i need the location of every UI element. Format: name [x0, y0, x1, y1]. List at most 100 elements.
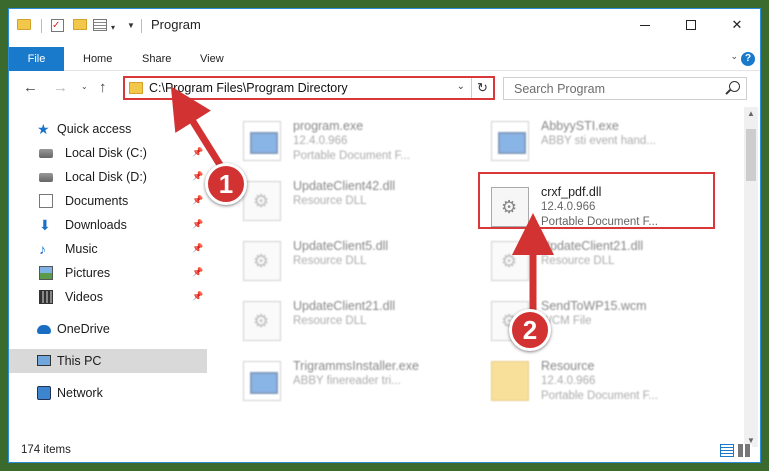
forward-button[interactable]: →	[53, 79, 68, 96]
scroll-up-icon[interactable]: ▲	[747, 109, 755, 118]
title-bar: ✓ ▾ ▼ Program ✕	[9, 9, 760, 43]
tab-home[interactable]: Home	[83, 47, 112, 71]
navigation-pane: ★ Quick access Local Disk (C:) 📌 Local D…	[9, 113, 207, 443]
file-name: SendToWP15.wcm	[541, 299, 647, 313]
download-icon: ⬇	[39, 217, 51, 233]
customize-toolbar-icon[interactable]: ▾	[111, 23, 115, 32]
sidebar-item-label: Documents	[65, 194, 129, 208]
sidebar-item-pictures[interactable]: Pictures 📌	[9, 261, 207, 285]
file-name: UpdateClient5.dll	[293, 239, 389, 253]
exe-icon	[243, 121, 281, 161]
sidebar-item-label: Local Disk (D:)	[65, 170, 147, 184]
sidebar-item-network[interactable]: Network	[9, 381, 207, 405]
help-icon[interactable]: ?	[741, 52, 755, 66]
sidebar-item-onedrive[interactable]: OneDrive	[9, 317, 207, 341]
pin-icon[interactable]: 📌	[192, 171, 203, 182]
file-item[interactable]: UpdateClient42.dll Resource DLL	[243, 177, 463, 231]
dll-icon	[243, 181, 281, 221]
sidebar-item-music[interactable]: ♪ Music 📌	[9, 237, 207, 261]
properties-icon[interactable]	[93, 19, 107, 31]
file-item-crxf-pdf-dll[interactable]: crxf_pdf.dll 12.4.0.966 Portable Documen…	[491, 183, 711, 237]
exe-icon	[491, 121, 529, 161]
close-button[interactable]: ✕	[714, 9, 760, 41]
search-input[interactable]: Search Program	[503, 77, 747, 100]
file-item[interactable]: TrigrammsInstaller.exe ABBY finereader t…	[243, 357, 463, 411]
pin-icon[interactable]: 📌	[192, 195, 203, 206]
tab-view[interactable]: View	[200, 47, 224, 71]
address-path[interactable]: C:\Program Files\Program Directory	[149, 81, 348, 95]
minimize-button[interactable]	[622, 9, 668, 41]
sidebar-item-documents[interactable]: Documents 📌	[9, 189, 207, 213]
expand-ribbon-icon[interactable]: ⌄	[730, 51, 738, 62]
dll-icon	[243, 241, 281, 281]
sidebar-item-local-disk-c[interactable]: Local Disk (C:) 📌	[9, 141, 207, 165]
file-item[interactable]: Resource 12.4.0.966 Portable Document F.…	[491, 357, 711, 411]
back-button[interactable]: ←	[23, 79, 38, 96]
file-list: program.exe 12.4.0.966 Portable Document…	[209, 107, 747, 445]
cloud-icon	[37, 325, 51, 334]
properties-check-icon[interactable]: ✓	[51, 19, 64, 32]
file-detail: 12.4.0.966	[541, 375, 596, 387]
sidebar-item-downloads[interactable]: ⬇ Downloads 📌	[9, 213, 207, 237]
explorer-window: ✓ ▾ ▼ Program ✕ File Home Share View ⌄ ?…	[8, 8, 761, 463]
sidebar-item-quick-access[interactable]: ★ Quick access	[9, 117, 207, 141]
navigation-bar: ← → ⌄ ↑ C:\Program Files\Program Directo…	[9, 73, 760, 103]
file-detail: Resource DLL	[293, 195, 367, 207]
recent-locations-icon[interactable]: ⌄	[81, 82, 88, 91]
dll-icon	[491, 187, 529, 227]
large-icons-view-icon[interactable]	[738, 444, 752, 457]
refresh-button[interactable]: ↻	[471, 78, 493, 98]
up-button[interactable]: ↑	[99, 79, 107, 96]
toolbar-separator	[141, 19, 142, 33]
file-item[interactable]: AbbyySTI.exe ABBY sti event hand...	[491, 117, 711, 171]
minimize-icon	[640, 24, 650, 26]
quick-access-toolbar-icon[interactable]: ▼	[127, 21, 135, 30]
sidebar-item-label: Local Disk (C:)	[65, 146, 147, 160]
sidebar-item-label: Downloads	[65, 218, 127, 232]
sidebar-item-local-disk-d[interactable]: Local Disk (D:) 📌	[9, 165, 207, 189]
pin-icon[interactable]: 📌	[192, 291, 203, 302]
file-detail: ABBY finereader tri...	[293, 375, 401, 387]
disk-icon	[39, 173, 53, 182]
pictures-icon	[39, 266, 53, 280]
sidebar-item-label: Pictures	[65, 266, 111, 280]
pin-icon[interactable]: 📌	[192, 219, 203, 230]
sidebar-item-label: This PC	[57, 354, 102, 368]
window-title: Program	[151, 17, 201, 32]
sidebar-item-label: OneDrive	[57, 322, 110, 336]
sidebar-item-this-pc[interactable]: This PC	[9, 349, 207, 373]
tab-share[interactable]: Share	[142, 47, 171, 71]
maximize-button[interactable]	[668, 9, 714, 41]
chevron-down-icon[interactable]: ⌄	[457, 81, 465, 92]
address-bar[interactable]: C:\Program Files\Program Directory ⌄ ↻	[123, 76, 495, 100]
file-name: UpdateClient21.dll	[293, 299, 396, 313]
music-icon: ♪	[39, 241, 46, 257]
file-item[interactable]: UpdateClient21.dll Resource DLL	[243, 297, 463, 351]
file-detail: 12.4.0.966	[293, 135, 348, 147]
file-name: TrigrammsInstaller.exe	[293, 359, 419, 373]
item-count: 174 items	[21, 444, 71, 456]
tab-file[interactable]: File	[9, 47, 64, 71]
file-detail: Resource DLL	[293, 255, 367, 267]
sidebar-item-label: Videos	[65, 290, 103, 304]
file-item[interactable]: UpdateClient5.dll Resource DLL	[243, 237, 463, 291]
pin-icon[interactable]: 📌	[192, 267, 203, 278]
documents-icon	[39, 194, 53, 208]
file-name: UpdateClient42.dll	[293, 179, 396, 193]
sidebar-item-label: Network	[57, 386, 103, 400]
vertical-scrollbar[interactable]: ▲ ▼	[744, 107, 758, 447]
sidebar-item-videos[interactable]: Videos 📌	[9, 285, 207, 309]
file-item[interactable]: SendToWP15.wcm WCM File	[491, 297, 711, 351]
pin-icon[interactable]: 📌	[192, 147, 203, 158]
sidebar-item-label: Quick access	[57, 122, 132, 136]
details-view-icon[interactable]	[720, 444, 734, 457]
file-item[interactable]: program.exe 12.4.0.966 Portable Document…	[243, 117, 463, 171]
file-item[interactable]: UpdateClient21.dll Resource DLL	[491, 237, 711, 291]
file-detail: Resource DLL	[541, 255, 615, 267]
file-detail: WCM File	[541, 315, 592, 327]
pin-icon[interactable]: 📌	[192, 243, 203, 254]
scrollbar-thumb[interactable]	[746, 129, 756, 181]
new-folder-icon[interactable]	[73, 19, 87, 30]
status-bar: 174 items	[9, 440, 760, 462]
dll-icon	[491, 301, 529, 341]
